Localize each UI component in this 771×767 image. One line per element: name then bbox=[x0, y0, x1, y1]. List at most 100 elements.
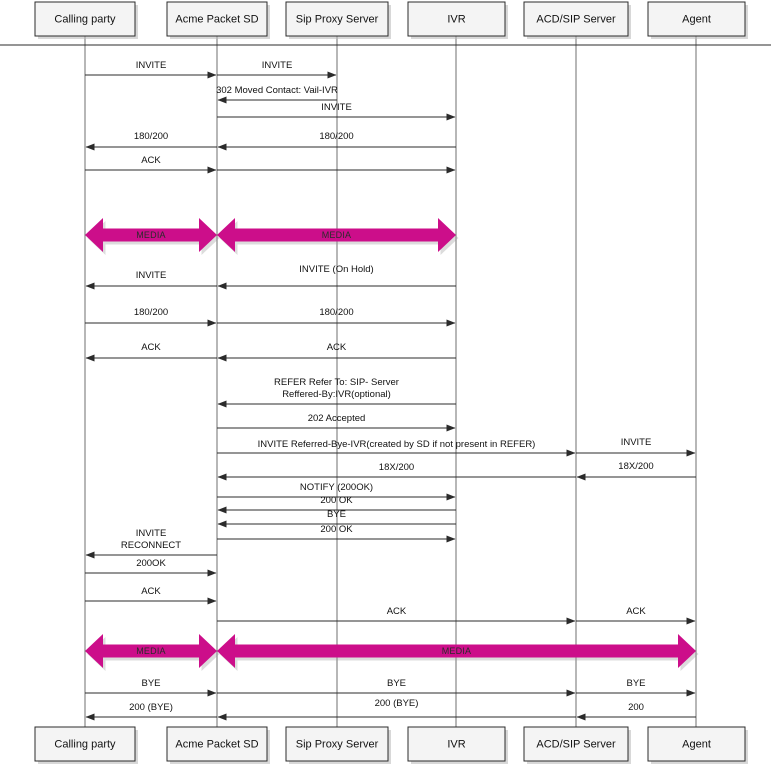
message-label: 180/200 bbox=[319, 131, 353, 142]
footer-actor-boxes: Calling party Acme Packet SD Sip Proxy Ser… bbox=[34, 726, 748, 764]
message-m09: INVITE bbox=[85, 270, 217, 290]
message-label: 200 (BYE) bbox=[375, 698, 419, 709]
footer-actor-agent[interactable]: Agent bbox=[647, 726, 748, 764]
message-label: ACK bbox=[141, 342, 161, 353]
message-label: 18X/200 bbox=[379, 462, 414, 473]
message-label: ACK bbox=[327, 342, 347, 353]
footer-actor-proxy[interactable]: Sip Proxy Server bbox=[285, 726, 391, 764]
footer-actor-acme[interactable]: Acme Packet SD bbox=[166, 726, 270, 764]
message-m25: INVITERECONNECT bbox=[85, 528, 217, 559]
message-m28: ACK bbox=[217, 606, 576, 625]
message-label: 302 Moved Contact: Vail-IVR bbox=[216, 85, 338, 96]
message-m03: 302 Moved Contact: Vail-IVR bbox=[216, 85, 338, 104]
footer-actor-ivr[interactable]: IVR bbox=[407, 726, 508, 764]
message-label: INVITE Referred-Bye-IVR(created by SD if… bbox=[258, 439, 536, 450]
message-label: INVITE bbox=[136, 270, 167, 281]
message-label: 200 (BYE) bbox=[129, 702, 173, 713]
message-label-line2: Reffered-By:IVR(optional) bbox=[282, 389, 391, 400]
message-m27: ACK bbox=[85, 586, 217, 605]
message-label: INVITE bbox=[621, 437, 652, 448]
message-m29: ACK bbox=[576, 606, 696, 625]
message-m20: 18X/200 bbox=[576, 461, 696, 481]
media-bar-label: MEDIA bbox=[322, 230, 352, 240]
media-bar-media2b: MEDIA bbox=[217, 634, 699, 671]
message-m02: INVITE bbox=[217, 60, 337, 79]
message-label: INVITE (On Hold) bbox=[299, 264, 373, 275]
actor-label: ACD/SIP Server bbox=[536, 13, 616, 25]
header-actor-agent[interactable]: Agent bbox=[647, 1, 748, 39]
message-label: BYE bbox=[387, 678, 406, 689]
media-bar-label: MEDIA bbox=[136, 646, 166, 656]
message-label: 202 Accepted bbox=[308, 413, 366, 424]
message-label: BYE bbox=[141, 678, 160, 689]
message-m26: 200OK bbox=[85, 558, 217, 577]
message-m35: 200 bbox=[576, 702, 696, 721]
message-m19: 18X/200 bbox=[217, 462, 576, 481]
message-m16: 202 Accepted bbox=[217, 413, 456, 432]
media-bar-media1b: MEDIA bbox=[217, 218, 459, 255]
header-actor-proxy[interactable]: Sip Proxy Server bbox=[285, 1, 391, 39]
header-actor-acme[interactable]: Acme Packet SD bbox=[166, 1, 270, 39]
header-actor-ivr[interactable]: IVR bbox=[407, 1, 508, 39]
message-label: INVITE bbox=[136, 60, 167, 71]
message-m11: 180/200 bbox=[85, 307, 217, 327]
footer-actor-calling[interactable]: Calling party bbox=[34, 726, 138, 764]
actor-label: Calling party bbox=[54, 738, 116, 750]
message-label: 200 OK bbox=[320, 524, 353, 535]
message-m33: 200 (BYE) bbox=[85, 702, 217, 721]
message-label: 200 OK bbox=[320, 495, 353, 506]
message-m30: BYE bbox=[85, 678, 217, 697]
actor-label: Acme Packet SD bbox=[175, 738, 258, 750]
sequence-diagram-canvas: MEDIA MEDIA MEDIA MEDIA INVITE INVITE 302 Mov… bbox=[0, 0, 771, 767]
message-m01: INVITE bbox=[85, 60, 217, 79]
message-m34: 200 (BYE) bbox=[217, 698, 576, 721]
message-label: ACK bbox=[626, 606, 646, 617]
message-label: INVITE bbox=[262, 60, 293, 71]
actor-label: Acme Packet SD bbox=[175, 13, 258, 25]
message-m17: INVITE Referred-Bye-IVR(created by SD if… bbox=[217, 439, 576, 457]
media-bar-label: MEDIA bbox=[442, 646, 472, 656]
message-label-line1: INVITE bbox=[136, 528, 167, 539]
media-bar-media2a: MEDIA bbox=[85, 634, 220, 671]
header-actor-calling[interactable]: Calling party bbox=[34, 1, 138, 39]
header-actor-boxes: Calling party Acme Packet SD Sip Proxy Ser… bbox=[34, 1, 748, 39]
message-label: 180/200 bbox=[319, 307, 353, 318]
actor-label: Calling party bbox=[54, 13, 116, 25]
actor-label: Sip Proxy Server bbox=[296, 738, 379, 750]
footer-actor-acd[interactable]: ACD/SIP Server bbox=[523, 726, 631, 764]
message-label: 200OK bbox=[136, 558, 166, 569]
message-label: 180/200 bbox=[134, 307, 168, 318]
actor-label: Agent bbox=[682, 738, 711, 750]
actor-label: Agent bbox=[682, 13, 711, 25]
message-m12: 180/200 bbox=[217, 307, 456, 327]
message-label: 18X/200 bbox=[618, 461, 653, 472]
message-m13: ACK bbox=[85, 342, 217, 362]
actor-label: ACD/SIP Server bbox=[536, 738, 616, 750]
message-label: INVITE bbox=[321, 102, 352, 113]
sequence-diagram-svg: MEDIA MEDIA MEDIA MEDIA INVITE INVITE 302 Mov… bbox=[0, 1, 771, 764]
message-label: ACK bbox=[141, 155, 161, 166]
message-label-line1: REFER Refer To: SIP- Server bbox=[274, 377, 399, 388]
actor-label: IVR bbox=[447, 738, 465, 750]
message-m07: ACK bbox=[85, 155, 217, 174]
message-label: NOTIFY (200OK) bbox=[300, 482, 373, 493]
message-label: BYE bbox=[327, 509, 346, 520]
message-label: ACK bbox=[141, 586, 161, 597]
media-bar-media1a: MEDIA bbox=[85, 218, 220, 255]
message-label-line2: RECONNECT bbox=[121, 540, 181, 551]
message-m18: INVITE bbox=[576, 437, 696, 457]
header-actor-acd[interactable]: ACD/SIP Server bbox=[523, 1, 631, 39]
message-label: BYE bbox=[626, 678, 645, 689]
message-m24: 200 OK bbox=[217, 524, 456, 543]
actor-label: Sip Proxy Server bbox=[296, 13, 379, 25]
actor-label: IVR bbox=[447, 13, 465, 25]
message-label: 180/200 bbox=[134, 131, 168, 142]
message-m05: 180/200 bbox=[85, 131, 217, 151]
message-m04: INVITE bbox=[217, 102, 456, 121]
message-m15: REFER Refer To: SIP- ServerReffered-By:I… bbox=[217, 377, 456, 408]
media-bar-label: MEDIA bbox=[136, 230, 166, 240]
message-m31: BYE bbox=[217, 678, 576, 697]
messages-layer: INVITE INVITE 302 Moved Contact: Vail-IVR I… bbox=[85, 60, 696, 721]
message-label: ACK bbox=[387, 606, 407, 617]
message-label: 200 bbox=[628, 702, 644, 713]
